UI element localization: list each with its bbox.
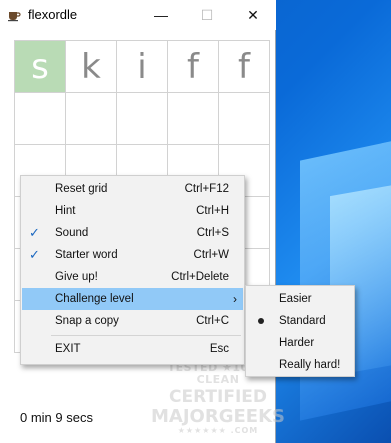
grid-cell <box>117 93 168 145</box>
checkmark-icon: ✓ <box>29 225 40 240</box>
grid-cell: k <box>66 41 117 93</box>
grid-cell <box>66 93 117 145</box>
menu-item-shortcut: Ctrl+C <box>196 315 229 327</box>
watermark-line: ★★★★★★ .COM <box>177 425 259 435</box>
menu-item-shortcut: Ctrl+W <box>193 249 229 261</box>
watermark-line: MAJORGEEKS <box>151 405 285 427</box>
submenu-item-label: Standard <box>279 315 326 327</box>
grid-cell <box>168 93 219 145</box>
menu-item-snap-a-copy[interactable]: Snap a copy Ctrl+C <box>22 310 243 332</box>
window-title: flexordle <box>28 7 78 22</box>
checkmark-icon: ✓ <box>29 247 40 262</box>
elapsed-timer: 0 min 9 secs <box>20 410 93 425</box>
submenu-item-label: Easier <box>279 293 312 305</box>
menu-item-label: Reset grid <box>55 183 108 195</box>
menu-item-label: Hint <box>55 205 76 217</box>
maximize-button[interactable]: ☐ <box>184 0 230 30</box>
menu-item-label: EXIT <box>55 343 81 355</box>
context-menu: Reset grid Ctrl+F12 Hint Ctrl+H ✓ Sound Ctrl+S… <box>20 175 245 365</box>
submenu-item-easier[interactable]: Easier <box>247 288 353 310</box>
menu-item-challenge-level[interactable]: Challenge level › <box>22 288 243 310</box>
chevron-right-icon: › <box>233 292 237 306</box>
grid-cell: f <box>168 41 219 93</box>
title-bar[interactable]: flexordle — ☐ ✕ <box>0 0 276 30</box>
close-button[interactable]: ✕ <box>230 0 276 30</box>
grid-cell <box>219 93 270 145</box>
submenu-item-standard[interactable]: Standard <box>247 310 353 332</box>
menu-item-label: Challenge level <box>55 293 134 305</box>
menu-item-shortcut: Ctrl+F12 <box>184 183 229 195</box>
minimize-button[interactable]: — <box>138 0 184 30</box>
submenu-item-harder[interactable]: Harder <box>247 332 353 354</box>
menu-item-starter-word[interactable]: ✓ Starter word Ctrl+W <box>22 244 243 266</box>
menu-item-shortcut: Esc <box>209 343 229 355</box>
menu-item-reset-grid[interactable]: Reset grid Ctrl+F12 <box>22 178 243 200</box>
grid-cell: i <box>117 41 168 93</box>
menu-item-label: Snap a copy <box>55 315 119 327</box>
menu-item-shortcut: Ctrl+H <box>196 205 229 217</box>
submenu-item-label: Harder <box>279 337 315 349</box>
menu-item-shortcut: Ctrl+Delete <box>171 271 229 283</box>
menu-item-sound[interactable]: ✓ Sound Ctrl+S <box>22 222 243 244</box>
menu-item-hint[interactable]: Hint Ctrl+H <box>22 200 243 222</box>
watermark-line: CERTIFIED <box>169 387 267 408</box>
submenu-item-really-hard[interactable]: Really hard! <box>247 354 353 376</box>
menu-item-label: Starter word <box>55 249 118 261</box>
menu-item-label: Give up! <box>55 271 98 283</box>
grid-cell: f <box>219 41 270 93</box>
menu-item-label: Sound <box>55 227 89 239</box>
grid-cell: s <box>15 41 66 93</box>
coffee-cup-icon <box>8 12 21 22</box>
menu-item-give-up[interactable]: Give up! Ctrl+Delete <box>22 266 243 288</box>
menu-separator <box>51 335 241 336</box>
submenu-item-label: Really hard! <box>279 359 341 371</box>
grid-cell <box>15 93 66 145</box>
menu-item-shortcut: Ctrl+S <box>196 227 229 239</box>
menu-item-exit[interactable]: EXIT Esc <box>22 338 243 360</box>
radio-dot-icon <box>258 318 264 324</box>
challenge-level-submenu: Easier Standard Harder Really hard! <box>245 285 355 377</box>
